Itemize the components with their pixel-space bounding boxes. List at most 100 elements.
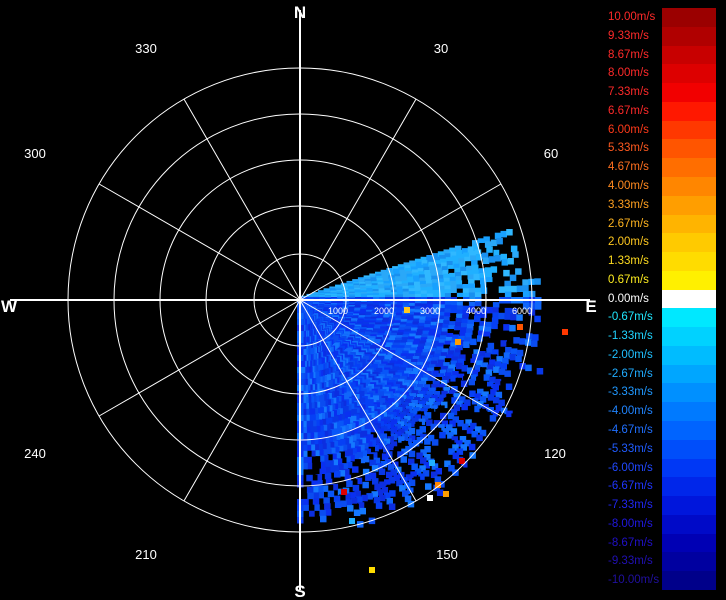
echo-cell: [522, 285, 530, 292]
echo-cell: [455, 362, 463, 370]
echo-cell: [501, 259, 508, 266]
legend-label: -9.33m/s: [608, 555, 653, 568]
echo-cell: [352, 484, 360, 492]
legend-label: 5.33m/s: [608, 142, 649, 155]
legend-swatch: [662, 214, 716, 234]
azimuth-label-240: 240: [24, 446, 46, 461]
legend-label: 6.00m/s: [608, 123, 649, 136]
echo-cell: [515, 355, 522, 362]
legend-item: -7.33m/s: [606, 496, 716, 515]
azimuth-label-150: 150: [436, 547, 458, 562]
echo-cell: [482, 257, 490, 264]
echo-cell: [503, 269, 510, 277]
legend-swatch: [662, 458, 716, 478]
echo-cell: [519, 338, 526, 345]
echo-cell: [388, 503, 396, 510]
legend-swatch: [662, 402, 716, 422]
echo-cell: [504, 313, 511, 320]
legend-label: 7.33m/s: [608, 86, 649, 99]
east-label: E: [585, 297, 596, 316]
echo-cell: [476, 434, 483, 442]
velocity-color-legend: 10.00m/s 9.33m/s 8.67m/s 8.00m/s 7.33m/s 6.67…: [606, 8, 716, 590]
echo-cell: [432, 412, 439, 420]
legend-label: -7.33m/s: [608, 499, 653, 512]
legend-swatch: [662, 176, 716, 196]
echo-cell: [479, 243, 486, 250]
legend-label: 2.67m/s: [608, 217, 649, 230]
legend-item: 10.00m/s: [606, 8, 716, 27]
echo-cell: [468, 378, 475, 386]
echo-cell: [515, 268, 522, 275]
legend-item: 8.00m/s: [606, 64, 716, 84]
echo-cell: [373, 496, 381, 504]
echo-cell: [439, 439, 447, 447]
echo-cell: [352, 466, 359, 473]
echo-cell: [534, 278, 541, 285]
legend-label: -5.33m/s: [608, 442, 653, 455]
echo-cell: [400, 456, 407, 463]
legend-item: -5.33m/s: [606, 439, 716, 459]
legend-label: 2.00m/s: [608, 236, 649, 249]
legend-item: -4.00m/s: [606, 402, 716, 422]
legend-label: 6.67m/s: [608, 104, 649, 117]
legend-swatch: [662, 308, 716, 328]
azimuth-label-330: 330: [135, 41, 157, 56]
echo-cell: [496, 237, 503, 245]
echo-cell: [513, 337, 520, 344]
echo-cell: [429, 460, 435, 466]
azimuth-line: [183, 299, 301, 502]
echo-cell: [481, 341, 489, 348]
legend-swatch: [662, 496, 716, 515]
azimuth-line: [98, 183, 301, 301]
echo-cell: [362, 481, 369, 489]
legend-swatch: [662, 571, 716, 590]
range-label-2000: 2000: [374, 306, 394, 316]
echo-cell: [334, 471, 341, 478]
echo-cell: [503, 324, 510, 331]
echo-cell: [494, 255, 502, 262]
legend-item: -2.00m/s: [606, 345, 716, 365]
legend-label: -8.67m/s: [608, 536, 653, 549]
legend-label: -4.00m/s: [608, 405, 653, 418]
legend-swatch: [662, 64, 716, 84]
legend-swatch: [662, 195, 716, 215]
legend-label: 8.00m/s: [608, 67, 649, 80]
echo-cell: [498, 368, 506, 375]
azimuth-label-30: 30: [434, 41, 448, 56]
legend-swatch: [662, 8, 716, 27]
echo-cell: [327, 490, 335, 498]
legend-label: 8.67m/s: [608, 48, 649, 61]
echo-cell: [308, 510, 315, 518]
echo-cell: [534, 303, 542, 310]
echo-cell: [494, 339, 502, 346]
legend-item: 8.67m/s: [606, 45, 716, 65]
legend-label: -0.67m/s: [608, 311, 653, 324]
echo-cell: [470, 338, 477, 346]
legend-swatch: [662, 533, 716, 553]
legend-item: 7.33m/s: [606, 83, 716, 102]
echo-cell: [312, 498, 320, 505]
echo-cell: [461, 403, 468, 411]
echo-cell: [509, 353, 516, 361]
echo-cell: [498, 286, 506, 293]
legend-item: 2.67m/s: [606, 214, 716, 234]
echo-cell: [319, 509, 326, 517]
echo-cell: [425, 483, 432, 490]
legend-label: -1.33m/s: [608, 330, 653, 343]
echo-cell: [510, 285, 518, 293]
legend-item: -0.67m/s: [606, 308, 716, 328]
echo-cell: [347, 505, 354, 512]
legend-swatch: [662, 477, 716, 497]
legend-item: 6.00m/s: [606, 120, 716, 140]
echo-cell: [324, 503, 331, 510]
echo-cell: [486, 246, 493, 253]
azimuth-label-300: 300: [24, 146, 46, 161]
echo-cell: [522, 291, 530, 298]
echo-cell: [354, 459, 361, 466]
legend-item: 3.33m/s: [606, 195, 716, 215]
echo-cell: [516, 349, 524, 357]
echo-cell: [306, 486, 314, 494]
legend-swatch: [662, 514, 716, 534]
legend-item: 0.67m/s: [606, 270, 716, 290]
range-label-1000: 1000: [328, 306, 348, 316]
